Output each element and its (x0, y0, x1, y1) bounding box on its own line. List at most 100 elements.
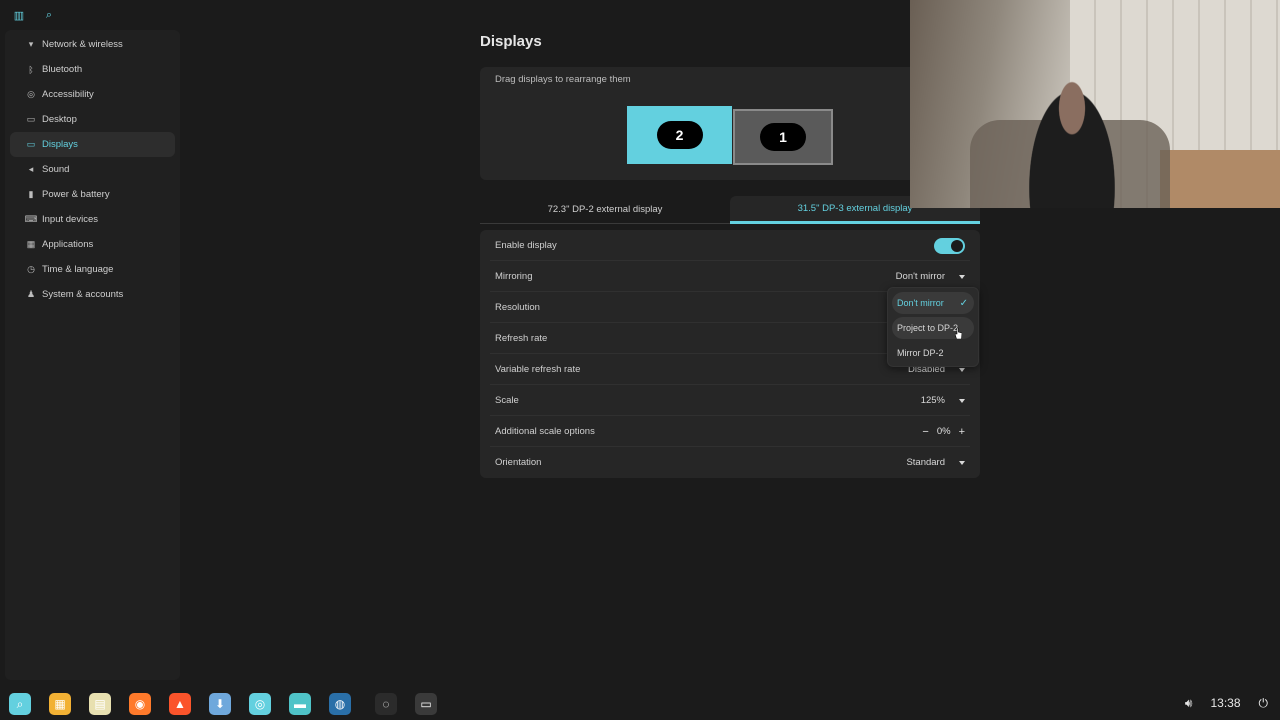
additional-scale-value: 0% (936, 426, 951, 437)
sidebar-item-label: Time & language (42, 264, 114, 275)
arrangement-hint: Drag displays to rearrange them (495, 74, 631, 85)
sidebar-toggle-icon[interactable]: ▥ (8, 6, 30, 24)
orientation-row: Orientation Standard (480, 447, 980, 478)
increase-button[interactable]: + (959, 426, 965, 438)
system-monitor-icon[interactable]: ▤ (89, 693, 111, 715)
sidebar-item-label: Bluetooth (42, 64, 83, 75)
top-bar: ▥ ⌕ (8, 6, 60, 24)
taskbar: 🔊︎ 13:38 ⏻ ⌕ ▦ ▤ ◉ ▲ ⬇ ◎ ▬ ◍ ◌ ▭ (0, 686, 1280, 720)
sidebar-item-label: Input devices (42, 214, 98, 225)
vrr-label: Variable refresh rate (495, 364, 581, 375)
resolution-label: Resolution (495, 302, 540, 313)
display-arrangement-panel: Drag displays to rearrange them 2 1 (480, 67, 980, 180)
orientation-select[interactable]: Standard (906, 457, 965, 468)
chevron-down-icon (959, 460, 965, 465)
power-icon[interactable]: ⏻ (1259, 696, 1269, 711)
bluetooth-icon: ᛒ (28, 64, 34, 75)
sidebar-item-accessibility[interactable]: ◎ Accessibility (10, 82, 175, 107)
desktop-icon: ▭ (26, 114, 36, 124)
wifi-icon: ▾ (28, 39, 34, 49)
sidebar-item-bluetooth[interactable]: ᛒ Bluetooth (10, 57, 175, 82)
sidebar-item-label: Applications (42, 239, 94, 250)
scale-row: Scale 125% (480, 385, 980, 416)
display-icon: ▭ (26, 139, 36, 149)
enable-display-toggle[interactable] (934, 237, 965, 254)
clock[interactable]: 13:38 (1210, 696, 1240, 710)
display-2-number: 2 (656, 121, 703, 149)
sidebar-item-power-battery[interactable]: ▮ Power & battery (10, 182, 175, 207)
files-icon[interactable]: ▬ (289, 693, 311, 715)
chevron-down-icon (959, 398, 965, 403)
sidebar-item-desktop[interactable]: ▭ Desktop (10, 107, 175, 132)
volume-icon[interactable]: 🔊︎ (1185, 696, 1193, 711)
scale-select[interactable]: 125% (921, 395, 965, 406)
refresh-rate-label: Refresh rate (495, 333, 548, 344)
enable-display-label: Enable display (495, 240, 557, 251)
sidebar-item-system-accounts[interactable]: ♟ System & accounts (10, 282, 175, 307)
sidebar-item-applications[interactable]: ▦ Applications (10, 232, 175, 257)
sidebar-item-network-wireless[interactable]: ▾ Network & wireless (10, 32, 175, 57)
orientation-value: Standard (906, 457, 945, 468)
option-label: Don't mirror (897, 298, 944, 308)
option-label: Project to DP-2 (897, 323, 959, 333)
webcam-person (1022, 75, 1122, 208)
hand-cursor-icon (955, 328, 962, 339)
display-1-number: 1 (760, 123, 806, 151)
sidebar-item-label: Accessibility (42, 89, 94, 100)
mirroring-label: Mirroring (495, 271, 533, 282)
additional-scale-label: Additional scale options (495, 426, 595, 437)
sidebar-item-time-language[interactable]: ◷ Time & language (10, 257, 175, 282)
orientation-label: Orientation (495, 457, 542, 468)
mirroring-dropdown-menu: Don't mirror ✓ Project to DP-2 Mirror DP… (887, 287, 979, 367)
firefox-icon[interactable]: ◉ (129, 693, 151, 715)
battery-icon: ▮ (28, 189, 34, 199)
system-tray: 🔊︎ 13:38 ⏻ (1185, 686, 1268, 720)
launcher-icon[interactable]: ⌕ (9, 693, 31, 715)
display-1-tile[interactable]: 1 (733, 109, 833, 165)
sidebar-item-displays[interactable]: ▭ Displays (10, 132, 175, 157)
sidebar-item-sound[interactable]: ◂ Sound (10, 157, 175, 182)
scale-label: Scale (495, 395, 519, 406)
additional-scale-row: Additional scale options − 0% + (480, 416, 980, 447)
sidebar-item-label: Network & wireless (42, 39, 123, 50)
enable-display-row: Enable display (480, 230, 980, 261)
webcam-floor (1160, 150, 1280, 208)
decrease-button[interactable]: − (922, 426, 928, 438)
option-mirror-dp-2[interactable]: Mirror DP-2 (892, 342, 974, 364)
page-title: Displays (480, 33, 542, 50)
option-label: Mirror DP-2 (897, 348, 944, 358)
scale-value: 125% (920, 395, 945, 406)
users-icon: ♟ (26, 289, 36, 299)
sidebar-item-label: System & accounts (42, 289, 124, 300)
apps-grid-icon: ▦ (26, 239, 36, 249)
sidebar-item-label: Displays (42, 139, 78, 150)
checkmark-icon: ✓ (959, 297, 968, 309)
chevron-down-icon (959, 274, 965, 279)
display-2-tile[interactable]: 2 (627, 106, 732, 164)
terminal-icon[interactable]: ▭ (415, 693, 437, 715)
accessibility-icon: ◎ (27, 89, 35, 99)
brave-icon[interactable]: ▲ (169, 693, 191, 715)
sidebar-item-label: Sound (42, 164, 70, 175)
clock-icon: ◷ (27, 264, 35, 274)
chevron-down-icon (959, 367, 965, 372)
obs-icon[interactable]: ◌ (375, 693, 397, 715)
sound-icon: ◂ (28, 164, 34, 174)
keyboard-icon: ⌨ (24, 214, 38, 224)
mirroring-select[interactable]: Don't mirror (896, 271, 965, 282)
sidebar-item-label: Power & battery (42, 189, 110, 200)
sidebar-item-label: Desktop (42, 114, 77, 125)
store-icon[interactable]: ⬇ (209, 693, 231, 715)
app-grid-icon[interactable]: ▦ (49, 693, 71, 715)
display-tabs: 72.3" DP-2 external display 31.5" DP-3 e… (480, 196, 980, 224)
mirroring-value: Don't mirror (895, 271, 945, 282)
steam-icon[interactable]: ◍ (329, 693, 351, 715)
search-icon[interactable]: ⌕ (38, 6, 60, 24)
sidebar-item-input-devices[interactable]: ⌨ Input devices (10, 207, 175, 232)
toggle-knob (951, 239, 963, 252)
settings-icon[interactable]: ◎ (249, 693, 271, 715)
settings-sidebar: ▾ Network & wireless ᛒ Bluetooth ◎ Accessibil… (5, 30, 180, 680)
tab-dp-2[interactable]: 72.3" DP-2 external display (480, 196, 730, 224)
webcam-overlay (910, 0, 1280, 208)
option-dont-mirror[interactable]: Don't mirror ✓ (892, 292, 974, 314)
